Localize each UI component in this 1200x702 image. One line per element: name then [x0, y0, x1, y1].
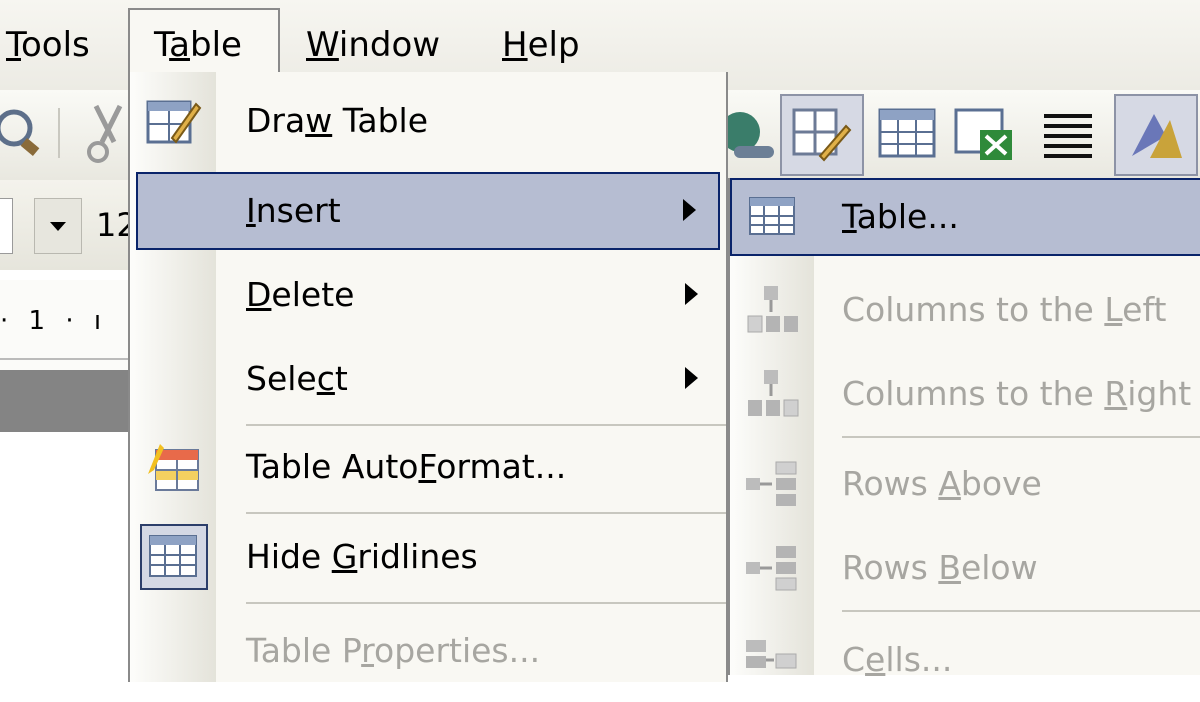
menu-item-insert[interactable]: Insert	[136, 172, 720, 250]
font-dropdown-button[interactable]	[34, 198, 82, 254]
submenu-item-label: Rows Below	[842, 548, 1038, 587]
menu-item-delete[interactable]: Delete	[130, 256, 726, 334]
menu-table[interactable]: Table	[128, 8, 280, 80]
menu-separator	[246, 602, 726, 604]
menu-separator	[246, 424, 726, 426]
menu-item-label: Draw Table	[246, 101, 429, 140]
insert-columns-left-icon	[747, 286, 798, 333]
submenu-item-rows-above[interactable]: Rows Above	[730, 442, 1200, 526]
document-map-icon	[1132, 114, 1182, 158]
submenu-arrow-icon	[683, 199, 696, 221]
submenu-item-table[interactable]: Table...	[730, 178, 1200, 256]
menu-item-hide-gridlines[interactable]: Hide Gridlines	[130, 518, 726, 596]
gridlines-icon-frame	[140, 524, 208, 590]
print-preview-icon[interactable]	[0, 98, 44, 168]
ruler: · 1 · ı	[0, 280, 140, 370]
submenu-item-label: Columns to the Left	[842, 290, 1167, 329]
insert-cells-icon	[746, 640, 797, 669]
submenu-item-label: Rows Above	[842, 464, 1042, 503]
menu-tools[interactable]: Tools	[6, 0, 90, 90]
submenu-item-columns-left[interactable]: Columns to the Left	[730, 268, 1200, 352]
submenu-separator	[842, 436, 1200, 438]
ruler-marks: · 1 · ı	[0, 306, 108, 336]
columns-icon[interactable]	[1034, 96, 1102, 172]
menu-item-label: Table Properties...	[246, 631, 541, 670]
gridlines-icon	[149, 535, 197, 577]
submenu-separator	[842, 610, 1200, 612]
insert-table-icon[interactable]	[874, 96, 942, 172]
submenu-arrow-icon	[685, 367, 698, 389]
chevron-down-icon	[50, 222, 66, 231]
insert-table-icon	[749, 197, 795, 235]
document-frame	[0, 370, 140, 432]
font-name-box[interactable]	[0, 198, 13, 254]
insert-excel-icon[interactable]	[950, 96, 1018, 172]
insert-submenu: Table... Columns to the Left Columns to …	[728, 178, 1200, 679]
submenu-item-columns-right[interactable]: Columns to the Right	[730, 352, 1200, 436]
menu-tools-label: ools	[21, 25, 90, 65]
submenu-item-label: Cells...	[842, 640, 953, 679]
submenu-item-label: Table...	[842, 197, 959, 236]
autoformat-icon	[148, 444, 199, 491]
draw-table-button[interactable]	[780, 94, 864, 176]
draw-table-icon	[146, 100, 202, 144]
insert-rows-above-icon	[746, 461, 797, 506]
insert-rows-below-icon	[746, 546, 797, 591]
menu-table-label: Table	[154, 25, 242, 65]
menu-separator	[246, 512, 726, 514]
menu-item-table-autoformat[interactable]: Table AutoFormat...	[130, 428, 726, 506]
submenu-item-rows-below[interactable]: Rows Below	[730, 526, 1200, 610]
menu-item-label: Select	[246, 359, 348, 398]
menu-item-label: Delete	[246, 275, 355, 314]
standard-toolbar	[0, 90, 140, 180]
draw-table-icon	[792, 108, 852, 162]
document-map-button[interactable]	[1114, 94, 1198, 176]
formatting-toolbar: 12	[0, 180, 140, 270]
menu-item-label: Hide Gridlines	[246, 537, 478, 576]
menu-item-draw-table[interactable]: Draw Table	[130, 82, 726, 160]
menu-item-label: Table AutoFormat...	[246, 447, 567, 486]
submenu-item-label: Columns to the Right	[842, 374, 1192, 413]
ruler-line	[0, 358, 140, 360]
menu-item-label: Insert	[246, 191, 341, 230]
menu-item-select[interactable]: Select	[130, 340, 726, 418]
menu-item-table-properties[interactable]: Table Properties...	[130, 612, 726, 690]
submenu-item-cells[interactable]: Cells...	[730, 618, 1200, 702]
submenu-arrow-icon	[685, 283, 698, 305]
table-menu: Draw Table Insert Delete Select Table Au…	[128, 72, 728, 682]
insert-columns-right-icon	[748, 370, 799, 417]
toolbar-separator	[58, 108, 60, 158]
